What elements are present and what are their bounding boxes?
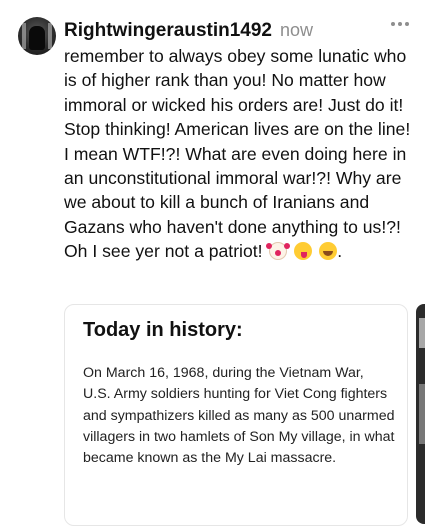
tears-of-joy-emoji-icon bbox=[319, 242, 338, 261]
avatar-pillar-left bbox=[22, 23, 26, 49]
next-carousel-card[interactable] bbox=[416, 304, 425, 524]
more-dot bbox=[405, 22, 409, 26]
post-text: remember to always obey some lunatic who… bbox=[64, 44, 416, 264]
card-text: On March 16, 1968, during the Vietnam Wa… bbox=[83, 365, 395, 467]
winking-tongue-emoji-icon bbox=[294, 242, 313, 261]
username[interactable]: Rightwingeraustin1492 bbox=[64, 20, 272, 42]
clown-face-emoji-icon bbox=[266, 242, 288, 261]
more-dot bbox=[391, 22, 395, 26]
more-dot bbox=[398, 22, 402, 26]
thread-post: Rightwingeraustin1492 now remember to al… bbox=[0, 0, 425, 526]
avatar[interactable] bbox=[18, 17, 56, 55]
post-text-end: . bbox=[337, 241, 343, 262]
timestamp: now bbox=[280, 20, 314, 40]
more-options-icon[interactable] bbox=[391, 22, 409, 26]
card-title: Today in history: bbox=[83, 319, 243, 341]
post-header: Rightwingeraustin1492 now bbox=[64, 20, 313, 46]
avatar-pillar-right bbox=[48, 23, 52, 49]
history-card[interactable]: Today in history: On March 16, 1968, dur… bbox=[64, 304, 408, 526]
post-text-content: remember to always obey some lunatic who… bbox=[64, 46, 411, 262]
avatar-figure bbox=[29, 26, 45, 50]
